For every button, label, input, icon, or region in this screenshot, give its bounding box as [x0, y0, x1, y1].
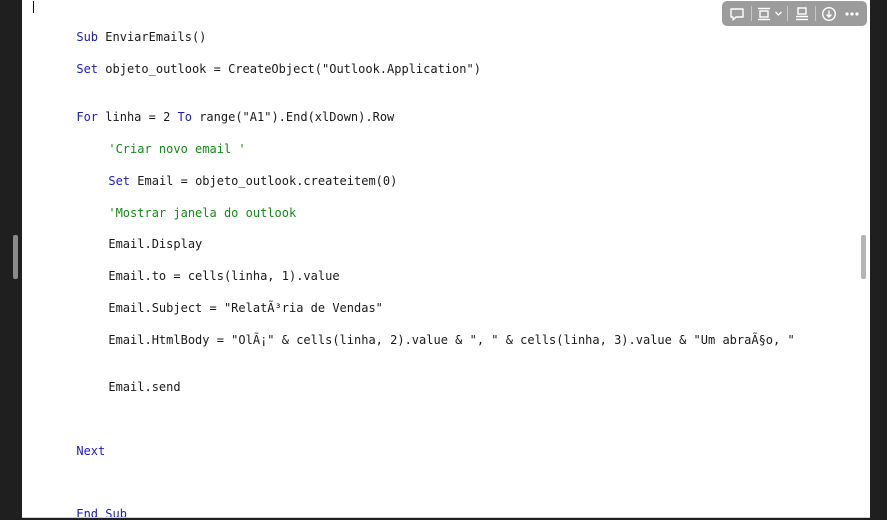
- download-button[interactable]: [818, 1, 841, 26]
- code-token: Set: [108, 174, 138, 188]
- right-resize-handle[interactable]: [861, 235, 866, 279]
- wrap-text-dropdown[interactable]: [754, 1, 786, 26]
- toolbar-divider: [814, 6, 816, 21]
- download-icon: [821, 6, 837, 22]
- comment-button[interactable]: [726, 1, 749, 26]
- code-token: linha = 2: [105, 110, 178, 124]
- image-toolbar: [722, 1, 867, 26]
- left-resize-handle[interactable]: [13, 235, 18, 279]
- code-token: Email.Subject = "RelatÃ³ria de Vendas": [108, 301, 383, 315]
- code-line-htmlbody: Email.HtmlBody = "OlÃ¡" & cells(linha, 2…: [65, 316, 795, 364]
- left-gutter: [0, 0, 22, 520]
- text-caret: [33, 1, 34, 13]
- code-token: To: [177, 110, 200, 124]
- code-token: Email = objeto_outlook.createitem(0): [137, 174, 398, 188]
- code-line-next: Next: [33, 427, 105, 475]
- align-button[interactable]: [790, 1, 813, 26]
- code-line-end-sub: End Sub: [33, 490, 127, 518]
- code-token: EnviarEmails(): [105, 30, 207, 44]
- code-line-set-outlook: Set objeto_outlook = CreateObject("Outlo…: [33, 45, 481, 93]
- align-top-icon: [794, 6, 810, 22]
- code-token: End Sub: [76, 507, 127, 518]
- code-image-editor: Sub EnviarEmails() Set objeto_outlook = …: [22, 0, 870, 518]
- code-comment: 'Criar novo email ': [108, 142, 246, 156]
- toolbar-divider: [787, 6, 789, 21]
- code-comment: 'Mostrar janela do outlook: [108, 206, 297, 220]
- comment-icon: [729, 6, 745, 22]
- code-token: Email.send: [108, 380, 181, 394]
- window-frame: Sub EnviarEmails() Set objeto_outlook = …: [0, 0, 887, 520]
- more-options-button[interactable]: [840, 1, 863, 26]
- code-token: Email.to = cells(linha, 1).value: [108, 269, 340, 283]
- code-token: range("A1").End(xlDown).Row: [199, 110, 395, 124]
- more-icon: [844, 6, 860, 22]
- code-token: Set: [76, 62, 106, 76]
- code-token: Sub: [76, 30, 106, 44]
- toolbar-divider: [750, 6, 752, 21]
- code-token: For: [76, 110, 106, 124]
- code-line-send: Email.send: [65, 363, 181, 411]
- code-token: Email.HtmlBody = "OlÃ¡" & cells(linha, 2…: [108, 333, 795, 347]
- chevron-down-icon: [774, 9, 783, 18]
- code-token: Email.Display: [108, 237, 203, 251]
- code-token: Next: [76, 444, 106, 458]
- wrap-image-icon: [756, 6, 772, 22]
- code-token: objeto_outlook = CreateObject("Outlook.A…: [105, 62, 481, 76]
